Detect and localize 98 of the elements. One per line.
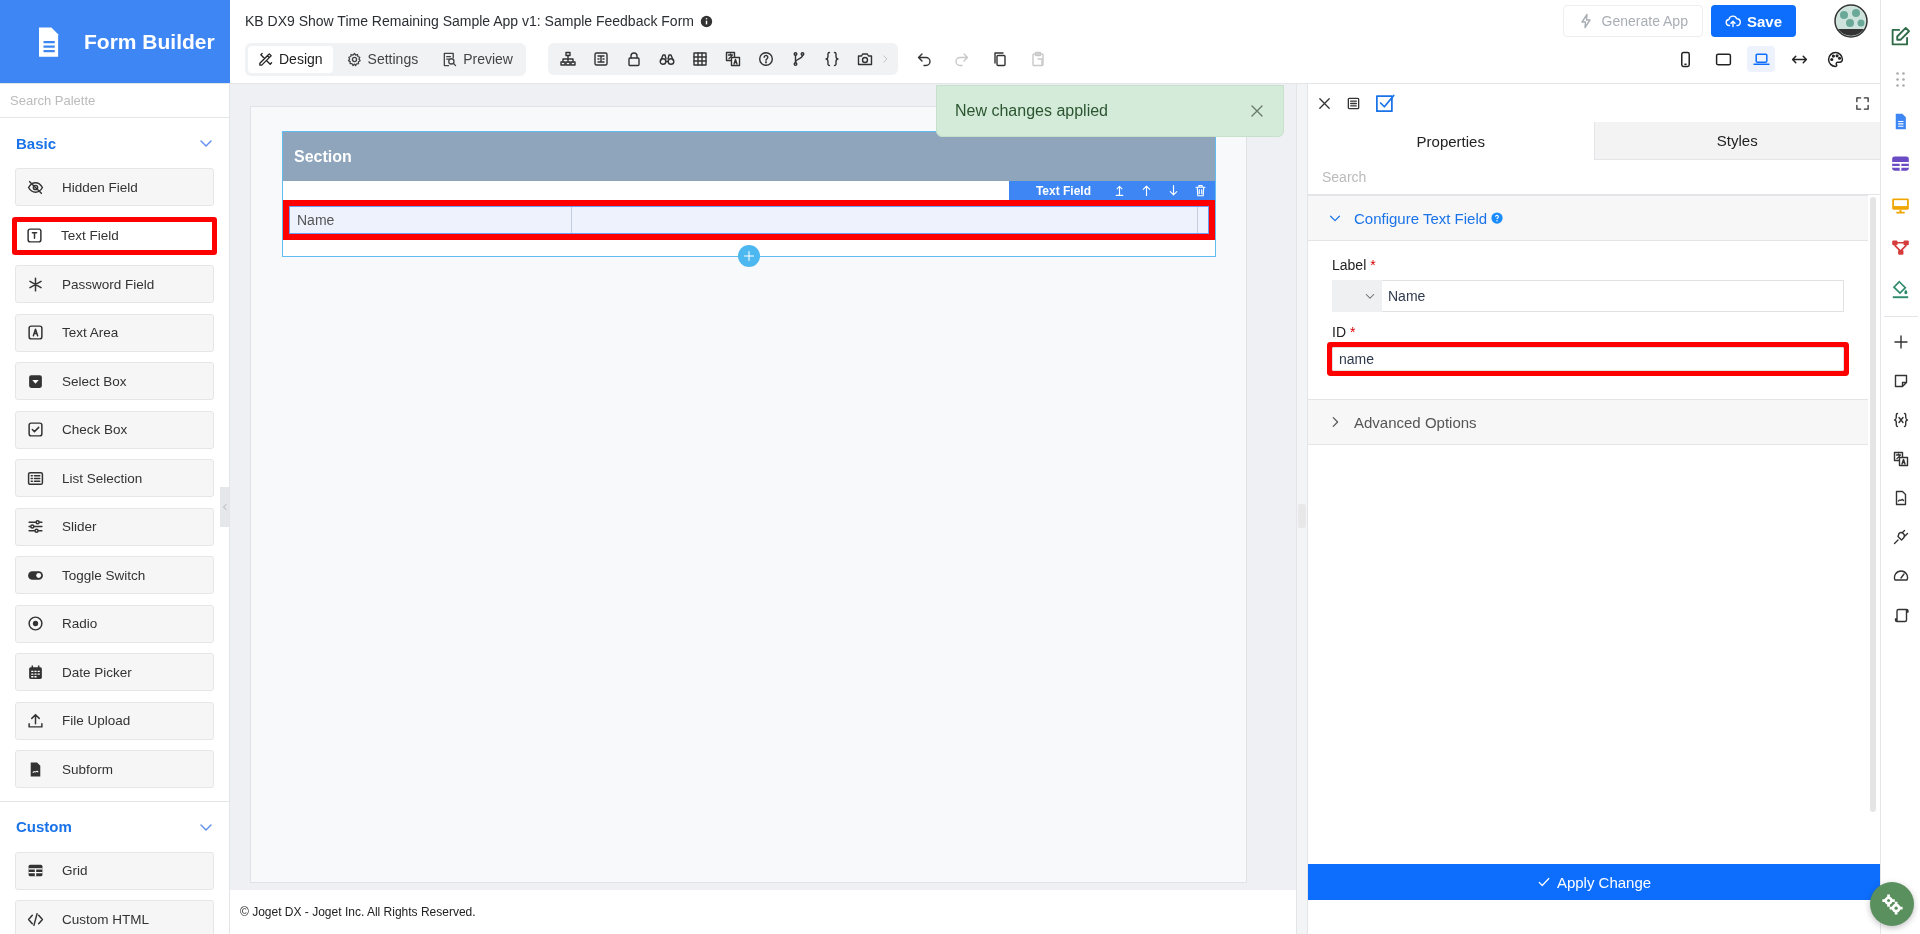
gauge-icon[interactable] xyxy=(1892,568,1909,584)
clipboard-icon[interactable] xyxy=(1030,51,1046,67)
binoculars-icon[interactable] xyxy=(659,51,675,67)
calendar-icon xyxy=(27,663,44,681)
palette-item[interactable]: List Selection xyxy=(15,459,214,497)
tablet-icon xyxy=(1714,50,1732,68)
paint-bucket-icon[interactable] xyxy=(1891,280,1910,299)
letter-box-icon xyxy=(27,324,44,341)
arrow-up-bar-icon[interactable] xyxy=(1113,184,1126,197)
cloud-upload-icon xyxy=(1724,13,1741,29)
plug-icon[interactable] xyxy=(1892,529,1909,545)
palette-group-header[interactable]: Basic xyxy=(0,118,229,168)
field-type-label: Text Field xyxy=(1035,183,1091,198)
sliders-icon xyxy=(27,518,44,535)
flow-icon[interactable] xyxy=(1891,238,1910,257)
fullscreen-icon[interactable] xyxy=(1855,95,1870,111)
property-section-header[interactable]: Advanced Options xyxy=(1308,399,1868,445)
palette-item[interactable]: Text Area xyxy=(15,313,214,352)
palette-group-header[interactable]: Custom xyxy=(0,801,229,852)
pencil-ruler-icon xyxy=(258,51,273,67)
trash-icon[interactable] xyxy=(1194,184,1207,197)
palette-item[interactable]: Slider xyxy=(15,507,214,546)
question-icon[interactable] xyxy=(758,51,774,67)
undo-icon[interactable] xyxy=(916,51,932,67)
arrow-down-icon[interactable] xyxy=(1167,184,1180,197)
palette-item[interactable]: Toggle Switch xyxy=(15,556,214,594)
chevron-left-icon xyxy=(220,503,229,511)
checkbox-icon xyxy=(27,421,44,438)
plus-icon[interactable] xyxy=(1892,334,1909,350)
palette-item[interactable]: Date Picker xyxy=(15,653,214,691)
palette-item[interactable]: Subform xyxy=(15,750,214,788)
section-title: Section xyxy=(283,132,1215,181)
branch-icon[interactable] xyxy=(791,51,807,67)
code-icon xyxy=(27,910,44,928)
copyright-text: © Joget DX - Joget Inc. All Rights Reserved. xyxy=(239,904,477,921)
pencil-square-icon[interactable] xyxy=(1890,26,1911,47)
palette-item[interactable]: Password Field xyxy=(15,265,214,303)
translate-icon[interactable] xyxy=(1892,451,1909,467)
doc-search-icon xyxy=(442,51,458,67)
palette-item[interactable]: Custom HTML xyxy=(15,900,214,934)
note-icon[interactable] xyxy=(1892,373,1909,389)
form-square-icon[interactable] xyxy=(1346,95,1361,111)
form-box-icon[interactable] xyxy=(593,51,609,67)
gear-icon xyxy=(346,51,362,67)
palette-item[interactable]: Radio xyxy=(15,604,214,643)
app-title: Form Builder xyxy=(84,29,215,54)
palette-item[interactable]: Grid xyxy=(15,851,214,890)
copy-icon[interactable] xyxy=(992,51,1008,67)
collapse-handle[interactable] xyxy=(220,487,229,527)
grid-icon xyxy=(27,862,44,879)
mode-tab[interactable]: Preview xyxy=(432,45,523,73)
hierarchy-icon[interactable] xyxy=(560,51,576,67)
list-icon xyxy=(27,469,44,487)
dropdown-box-icon xyxy=(27,372,44,390)
variable-icon[interactable] xyxy=(1892,412,1909,428)
mode-tab[interactable]: Design xyxy=(248,45,333,73)
laptop-icon xyxy=(1752,50,1770,68)
checked-box-icon[interactable] xyxy=(1375,93,1395,113)
palette-item[interactable]: Check Box xyxy=(15,410,214,449)
asterisk-icon xyxy=(27,275,44,293)
property-section-header[interactable]: Configure Text Field xyxy=(1308,195,1868,241)
radio-icon xyxy=(27,615,44,632)
palette-item[interactable]: Select Box xyxy=(15,362,214,400)
translate-icon[interactable] xyxy=(725,51,741,67)
mode-tab[interactable]: Settings xyxy=(336,45,429,73)
palette-item[interactable]: Text Field xyxy=(12,216,217,255)
text-box-icon xyxy=(26,227,43,244)
palette-item[interactable]: Hidden Field xyxy=(15,168,214,206)
upload-icon xyxy=(27,712,44,729)
palette-icon[interactable] xyxy=(1827,50,1844,68)
field-label: Name xyxy=(290,207,572,233)
form-title: KB DX9 Show Time Remaining Sample App v1: Sample Feedback Form xyxy=(245,13,694,29)
eye-slash-icon xyxy=(27,178,44,196)
braces-icon[interactable] xyxy=(824,51,840,67)
table-icon[interactable] xyxy=(692,51,708,67)
help-icon[interactable] xyxy=(1491,212,1504,224)
id-input-field[interactable]: name xyxy=(1332,347,1844,371)
lock-icon[interactable] xyxy=(626,51,642,67)
info-icon[interactable] xyxy=(700,14,713,28)
field-label: ID * xyxy=(1332,324,1357,340)
close-icon[interactable] xyxy=(1317,95,1332,111)
label-input-field[interactable]: Name xyxy=(1382,280,1844,312)
user-avatar[interactable] xyxy=(1834,4,1868,38)
arrow-up-icon[interactable] xyxy=(1140,184,1153,197)
camera-icon[interactable] xyxy=(857,51,873,67)
field-label: Label * xyxy=(1332,257,1377,273)
add-field-button[interactable] xyxy=(738,245,760,267)
panel-tab[interactable]: Styles xyxy=(1594,122,1880,160)
notification-message: New changes applied xyxy=(955,102,1108,120)
settings-button[interactable] xyxy=(1870,882,1914,926)
table-grid-icon[interactable] xyxy=(1891,154,1910,173)
apply-change-button[interactable]: Apply Change xyxy=(1308,864,1880,900)
save-button[interactable]: Save xyxy=(1710,5,1796,37)
palette-item[interactable]: File Upload xyxy=(15,701,214,740)
plus-icon xyxy=(743,250,755,262)
form-section[interactable]: Section Text Field Name xyxy=(282,131,1216,257)
scroll-icon[interactable] xyxy=(1892,607,1909,623)
check-icon xyxy=(1536,875,1551,889)
